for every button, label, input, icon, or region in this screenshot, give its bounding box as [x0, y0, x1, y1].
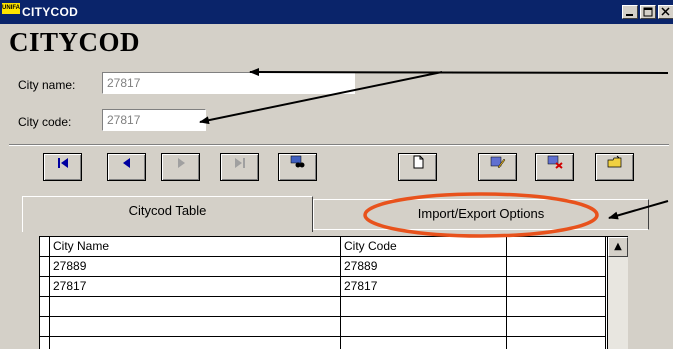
- row-indicator: [40, 337, 50, 349]
- table-row[interactable]: [40, 337, 606, 349]
- column-header-extra[interactable]: [507, 237, 606, 256]
- extra-cell[interactable]: [507, 257, 606, 276]
- extra-cell[interactable]: [507, 337, 606, 349]
- city-code-cell[interactable]: 27817: [341, 277, 507, 296]
- open-folder-icon: [607, 155, 623, 173]
- city-code-field[interactable]: 27817: [102, 109, 206, 131]
- first-record-icon: [56, 158, 70, 173]
- previous-record-icon: [120, 158, 134, 173]
- delete-record-button[interactable]: [535, 153, 574, 181]
- title-bar: UNIFACE CITYCOD: [0, 0, 673, 24]
- city-name-cell[interactable]: 27889: [50, 257, 341, 276]
- new-record-icon: [411, 155, 425, 173]
- next-record-button[interactable]: [161, 153, 200, 181]
- next-record-icon: [174, 158, 188, 173]
- last-record-icon: [233, 158, 247, 173]
- city-name-label: City name:: [18, 78, 76, 92]
- city-code-cell[interactable]: [341, 317, 507, 336]
- delete-record-icon: [547, 155, 563, 173]
- city-name-cell[interactable]: [50, 317, 341, 336]
- table-row[interactable]: 27817 27817: [40, 277, 606, 297]
- close-icon[interactable]: [658, 5, 673, 19]
- citycod-table: City Name City Code 27889 27889 27817 27…: [39, 236, 628, 349]
- row-indicator: [40, 277, 50, 296]
- city-code-label: City code:: [18, 115, 72, 129]
- vertical-scrollbar[interactable]: ▲: [607, 237, 628, 349]
- open-folder-button[interactable]: [595, 153, 634, 181]
- table-row[interactable]: [40, 317, 606, 337]
- app-icon: UNIFACE: [2, 3, 20, 14]
- tab-citycod-table[interactable]: Citycod Table: [22, 196, 313, 232]
- application-window: UNIFACE CITYCOD CITYCOD City name: 27817…: [0, 0, 673, 349]
- toolbar-divider: [9, 144, 669, 146]
- city-name-field[interactable]: 27817: [102, 72, 355, 94]
- last-record-button[interactable]: [220, 153, 259, 181]
- city-code-cell[interactable]: 27889: [341, 257, 507, 276]
- search-button[interactable]: [278, 153, 317, 181]
- edit-record-button[interactable]: [478, 153, 517, 181]
- table-row[interactable]: [40, 297, 606, 317]
- edit-record-icon: [490, 156, 506, 173]
- row-indicator: [40, 237, 50, 256]
- form-heading: CITYCOD: [9, 27, 141, 57]
- window-title: CITYCOD: [22, 5, 79, 19]
- city-name-cell[interactable]: 27817: [50, 277, 341, 296]
- row-indicator: [40, 257, 50, 276]
- table-row[interactable]: 27889 27889: [40, 257, 606, 277]
- column-header-city-name[interactable]: City Name: [50, 237, 341, 256]
- previous-record-button[interactable]: [107, 153, 146, 181]
- extra-cell[interactable]: [507, 277, 606, 296]
- row-indicator: [40, 317, 50, 336]
- first-record-button[interactable]: [43, 153, 82, 181]
- city-name-cell[interactable]: [50, 337, 341, 349]
- minimize-icon[interactable]: [622, 5, 638, 19]
- extra-cell[interactable]: [507, 317, 606, 336]
- scroll-up-icon[interactable]: ▲: [608, 237, 628, 257]
- search-icon: [290, 155, 306, 173]
- column-header-city-code[interactable]: City Code: [341, 237, 507, 256]
- new-record-button[interactable]: [398, 153, 437, 181]
- tab-import-export-options[interactable]: Import/Export Options: [313, 199, 649, 230]
- city-name-cell[interactable]: [50, 297, 341, 316]
- city-code-cell[interactable]: [341, 297, 507, 316]
- table-header-row: City Name City Code: [40, 237, 606, 257]
- extra-cell[interactable]: [507, 297, 606, 316]
- row-indicator: [40, 297, 50, 316]
- maximize-icon[interactable]: [640, 5, 656, 19]
- city-code-cell[interactable]: [341, 337, 507, 349]
